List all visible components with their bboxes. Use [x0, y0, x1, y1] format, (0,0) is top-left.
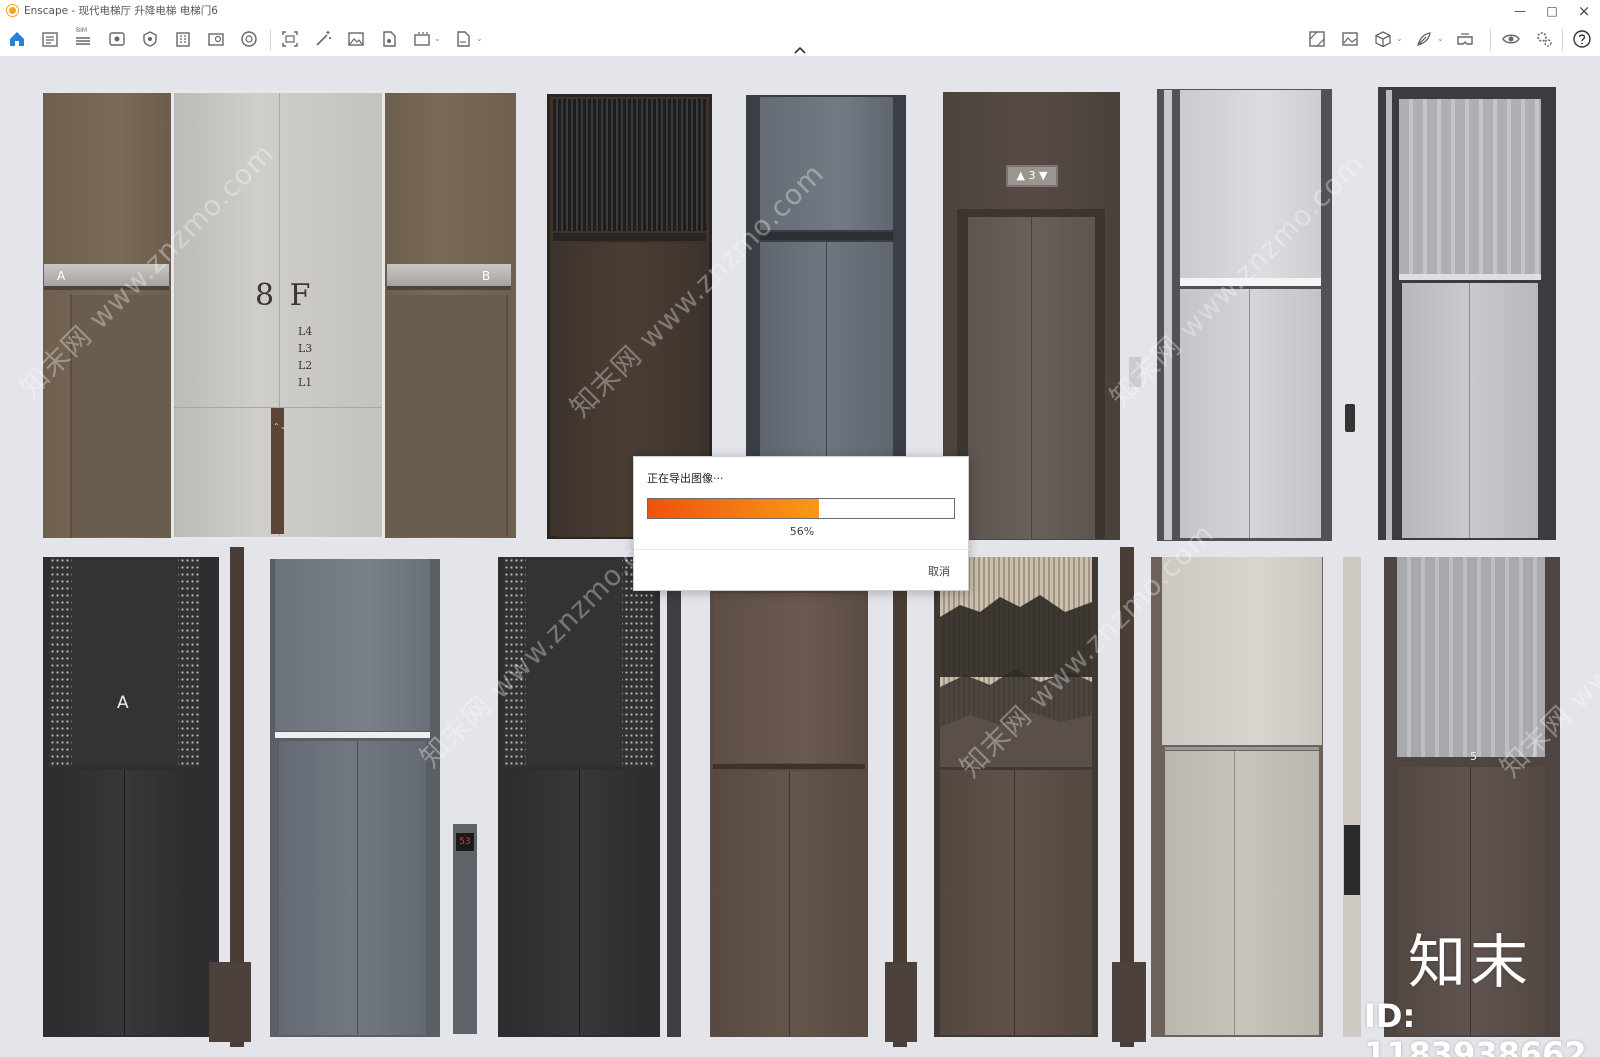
transom-center	[72, 557, 178, 767]
chevron-down-icon[interactable]: ⌄	[434, 34, 441, 43]
batch-render-icon[interactable]	[280, 29, 300, 49]
call-button-strip: ⌃⌄	[271, 408, 287, 534]
sign-a-label: A	[57, 269, 66, 283]
capture-icon[interactable]	[140, 29, 160, 49]
column-post	[667, 577, 681, 1037]
slatted-transom	[553, 99, 706, 231]
export-icon[interactable]	[206, 29, 226, 49]
floor-display: 53	[456, 833, 474, 851]
file-export-icon[interactable]	[379, 29, 399, 49]
door-label-a: A	[117, 693, 129, 713]
chevron-down-icon[interactable]: ⌄	[1437, 34, 1444, 43]
asset-library-icon[interactable]	[40, 29, 60, 49]
floor-indicator: ▲ 3 ▼	[1006, 165, 1058, 187]
directory-floor: L1	[298, 376, 313, 389]
toolbar-separator	[1562, 29, 1563, 51]
door-seam	[1031, 217, 1032, 539]
image-id-watermark: ID: 1183938662	[1364, 997, 1587, 1057]
progress-bar	[647, 498, 955, 519]
floor-directory: L4 L3 L2 L1	[298, 323, 358, 393]
door-seam	[357, 741, 358, 1035]
toolbar-separator	[270, 29, 271, 51]
dialog-title: 正在导出图像···	[647, 472, 724, 485]
door-header	[275, 732, 430, 738]
sign-box-b: B	[387, 264, 511, 290]
side-column	[1343, 557, 1361, 1037]
elevator-door	[388, 295, 508, 537]
title-bar: Enscape - 现代电梯厅 升降电梯 电梯门6 — □ ×	[0, 0, 1600, 21]
eye-icon[interactable]	[1501, 29, 1521, 49]
call-button-panel	[1345, 404, 1355, 432]
close-icon[interactable]: ×	[1562, 0, 1600, 21]
door-seam	[1014, 770, 1015, 1035]
export-progress-dialog: 正在导出图像··· 56% 取消	[633, 456, 970, 591]
elevator-door	[940, 770, 1092, 1035]
directory-floor: L4	[298, 325, 313, 338]
floor-label: 8 F	[255, 278, 314, 313]
help-icon[interactable]	[1572, 29, 1592, 49]
call-button-panel: 53	[453, 824, 477, 1034]
door-header	[713, 764, 865, 769]
enscape-logo-icon	[7, 5, 18, 16]
brand-watermark: 知末	[1408, 928, 1533, 996]
progress-percent: 56%	[789, 525, 815, 538]
atmosphere-icon[interactable]	[1340, 29, 1360, 49]
sign-b-label: B	[482, 269, 491, 283]
door-seam	[579, 770, 580, 1035]
door-seam	[789, 771, 790, 1036]
ash-bin	[885, 962, 917, 1042]
ash-bin	[209, 962, 251, 1042]
frame-edge	[1386, 90, 1392, 540]
cube-icon[interactable]	[1373, 29, 1393, 49]
dialog-separator	[634, 549, 970, 550]
directory-floor: L2	[298, 359, 313, 372]
material-icon[interactable]	[1307, 29, 1327, 49]
door-header	[1399, 274, 1541, 280]
vr-headset-icon[interactable]	[1455, 29, 1475, 49]
up-down-arrow-icon: ⌃⌄	[273, 422, 287, 431]
image-icon[interactable]	[346, 29, 366, 49]
settings-icon[interactable]	[1534, 29, 1554, 49]
door-seam	[1469, 283, 1470, 538]
cancel-button[interactable]: 取消	[928, 563, 950, 579]
slatted-transom	[1399, 99, 1541, 274]
building-icon[interactable]	[173, 29, 193, 49]
door-seam	[1249, 289, 1250, 538]
toolbar-separator	[1490, 29, 1491, 51]
video-export-icon[interactable]	[412, 29, 432, 49]
collapse-toolbar-icon[interactable]	[792, 44, 808, 56]
panorama-icon[interactable]	[239, 29, 259, 49]
magic-wand-icon[interactable]	[313, 29, 333, 49]
door-seam	[124, 770, 125, 1035]
elevator-door	[1402, 283, 1538, 538]
door-header	[1165, 747, 1319, 750]
chevron-down-icon[interactable]: ⌄	[476, 34, 483, 43]
ash-bin	[1112, 962, 1146, 1042]
elevator-door	[279, 741, 426, 1035]
exe-export-icon[interactable]	[453, 29, 473, 49]
transom-panel	[713, 593, 865, 763]
feather-icon[interactable]	[1414, 29, 1434, 49]
transom-panel	[275, 559, 430, 731]
call-button-panel	[1344, 825, 1360, 895]
home-icon[interactable]	[7, 29, 27, 49]
progress-bar-fill	[648, 499, 820, 518]
bim-label: BIM	[76, 27, 88, 34]
transom-panel	[1162, 557, 1322, 745]
chevron-down-icon[interactable]: ⌄	[1396, 34, 1403, 43]
door-seam	[1234, 751, 1235, 1035]
elevator-door	[50, 770, 200, 1035]
door-number-5: 5	[1470, 750, 1477, 763]
view-icon[interactable]	[107, 29, 127, 49]
window-title: Enscape - 现代电梯厅 升降电梯 电梯门6	[24, 5, 218, 17]
directory-floor: L3	[298, 342, 313, 355]
door-header	[553, 233, 706, 241]
elevator-door	[1165, 751, 1319, 1035]
